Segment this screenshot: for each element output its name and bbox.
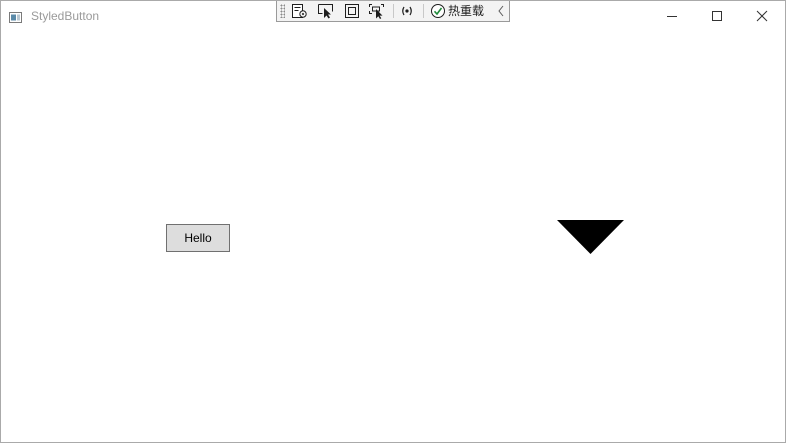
track-focused-element-icon[interactable]: [368, 3, 386, 19]
xaml-debug-toolbar: 热重载: [276, 1, 510, 22]
maximize-icon: [712, 11, 722, 21]
toolbar-separator: [393, 4, 394, 18]
triangle-down-shape: [557, 220, 624, 254]
hot-reload-label[interactable]: 热重载: [448, 4, 484, 18]
live-visual-tree-icon[interactable]: [291, 3, 308, 19]
window-title: StyledButton: [31, 9, 100, 23]
checkmark-circle-icon[interactable]: [430, 3, 446, 19]
display-layout-adorners-icon[interactable]: [344, 3, 360, 19]
triangle-shape: [557, 220, 624, 254]
hello-button[interactable]: Hello: [166, 224, 230, 252]
select-element-icon[interactable]: [317, 3, 335, 19]
chevron-left-icon[interactable]: [497, 4, 505, 20]
maximize-button[interactable]: [694, 1, 740, 31]
close-button[interactable]: [739, 1, 785, 31]
binding-failures-icon[interactable]: [400, 3, 414, 19]
toolbar-separator: [423, 4, 424, 18]
minimize-button[interactable]: [649, 1, 695, 31]
toolbar-grip[interactable]: [280, 4, 285, 18]
close-icon: [756, 10, 768, 22]
minimize-icon: [667, 16, 677, 17]
app-window: StyledButton 热重载 Hello: [0, 0, 786, 443]
app-window-icon: [9, 10, 22, 23]
